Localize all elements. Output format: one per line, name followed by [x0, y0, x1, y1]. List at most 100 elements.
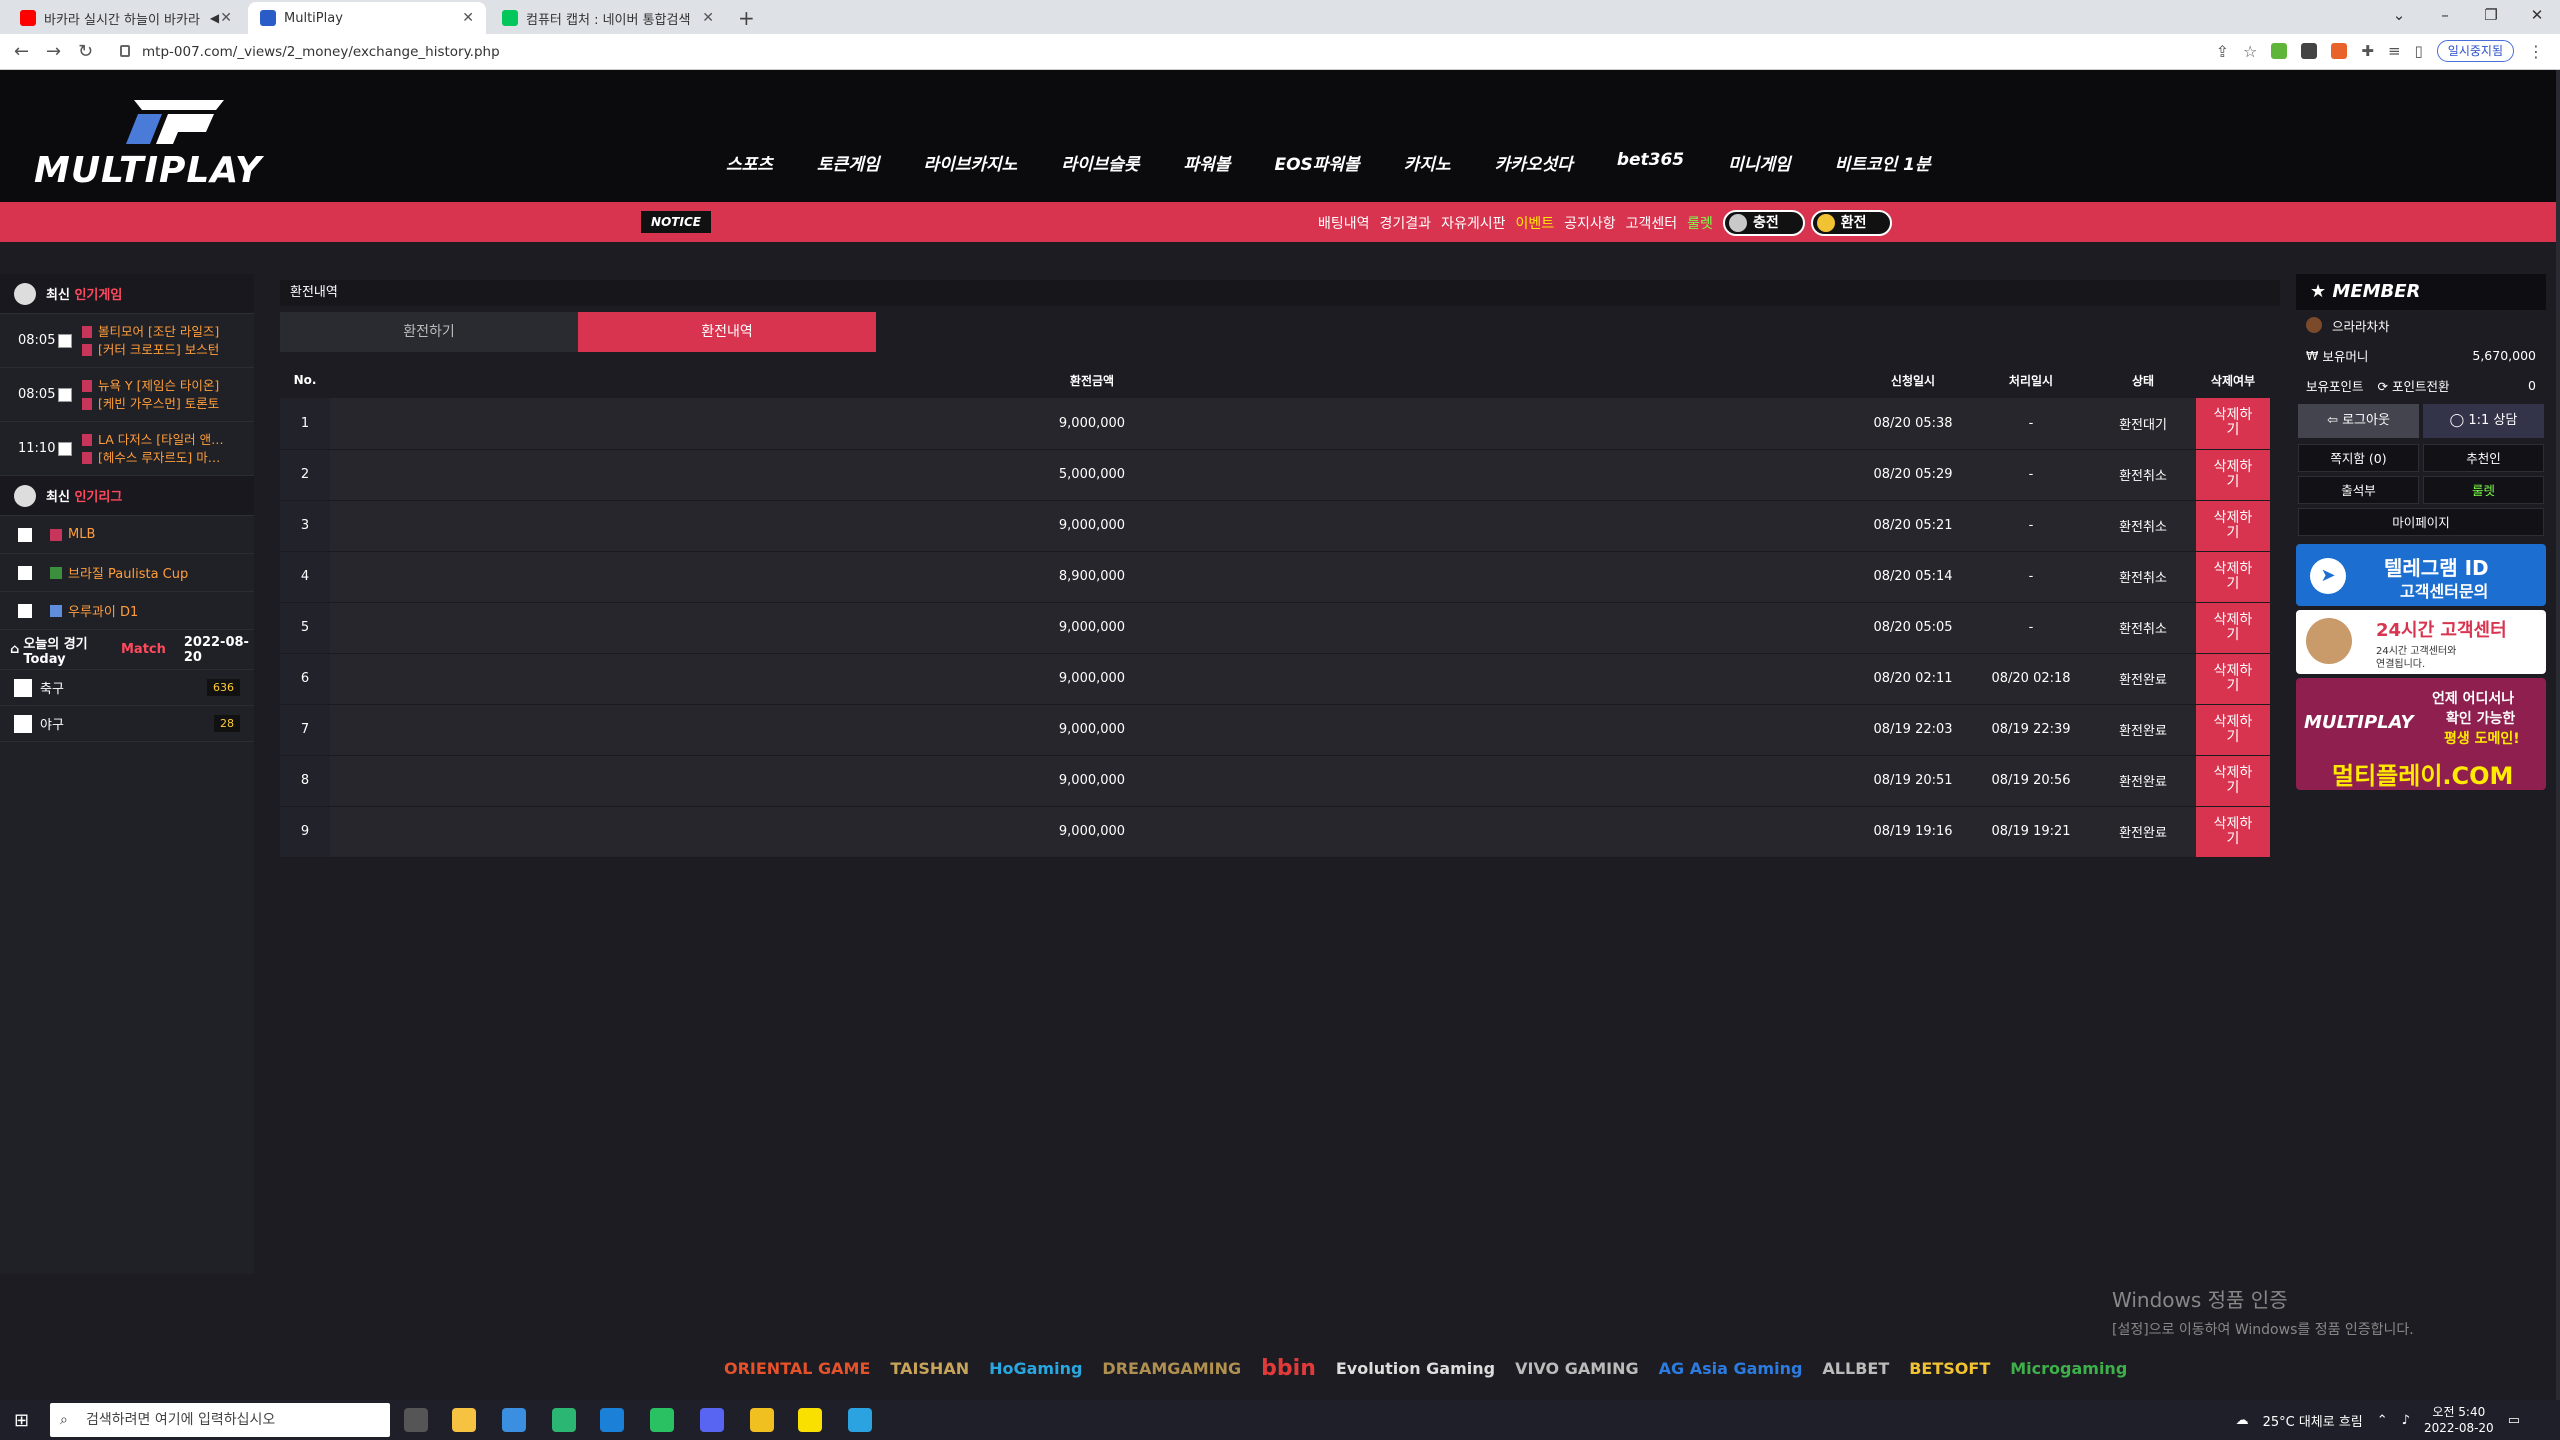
nav-sports[interactable]: 스포츠 [726, 150, 773, 175]
telegram-taskbar-icon[interactable] [848, 1408, 872, 1432]
reload-icon[interactable]: ↻ [78, 41, 93, 62]
extension-icon[interactable] [2271, 43, 2288, 59]
roulette-button[interactable]: 룰렛 [2423, 476, 2544, 504]
league-item[interactable]: 브라질 Paulista Cup [0, 554, 254, 592]
weather-text[interactable]: 25°C 대체로 흐림 [2263, 1411, 2363, 1430]
close-tab-icon[interactable]: ✕ [702, 10, 714, 26]
delete-button[interactable]: 삭제하기 [2196, 500, 2270, 552]
telegram-banner[interactable]: ➤ 텔레그램 ID 고객센터문의 [2296, 544, 2546, 606]
browser-tab-youtube[interactable]: 바카라 실시간 하늘이 바카라 ◀ ✕ [8, 2, 244, 34]
edge-icon[interactable] [600, 1408, 624, 1432]
link-notice[interactable]: 공지사항 [1564, 213, 1616, 233]
windows-start-icon[interactable]: ⊞ [14, 1410, 29, 1431]
link-event[interactable]: 이벤트 [1515, 213, 1554, 233]
nav-mini-game[interactable]: 미니게임 [1728, 150, 1791, 175]
delete-button[interactable]: 삭제하기 [2196, 755, 2270, 807]
delete-button[interactable]: 삭제하기 [2196, 653, 2270, 705]
taskbar-search[interactable]: ⌕ 검색하려면 여기에 입력하십시오 [50, 1403, 390, 1437]
delete-button[interactable]: 삭제하기 [2196, 551, 2270, 603]
game-item[interactable]: 11:10 LA 다저스 [타일러 앤… [헤수스 루자르도] 마… [0, 422, 254, 476]
messenger-icon[interactable] [750, 1408, 774, 1432]
clock[interactable]: 오전 5:40 2022-08-20 [2424, 1404, 2494, 1436]
link-support[interactable]: 고객센터 [1626, 213, 1678, 233]
chrome-icon[interactable] [502, 1408, 526, 1432]
volume-icon[interactable]: ♪ [2402, 1413, 2410, 1428]
play-store-icon[interactable] [552, 1408, 576, 1432]
search-icon: ⌕ [60, 1412, 68, 1428]
nav-token-game[interactable]: 토큰게임 [817, 150, 880, 175]
browser-tab-multiplay[interactable]: MultiPlay ✕ [248, 2, 486, 34]
logout-button[interactable]: ⇦ 로그아웃 [2298, 404, 2419, 438]
close-window-icon[interactable]: ✕ [2514, 0, 2560, 34]
recommender-button[interactable]: 추천인 [2423, 444, 2544, 472]
side-panel-icon[interactable]: ▯ [2415, 42, 2423, 60]
audio-icon[interactable]: ◀ [210, 11, 219, 25]
game-item[interactable]: 08:05 볼티모어 [조단 라일즈] [커터 크로포드] 보스턴 [0, 314, 254, 368]
game-item[interactable]: 08:05 뉴욕 Y [제임슨 타이온] [케빈 가우스먼] 토론토 [0, 368, 254, 422]
nav-powerball[interactable]: 파워볼 [1184, 150, 1231, 175]
bookmark-star-icon[interactable]: ☆ [2243, 42, 2257, 61]
puzzle-icon[interactable]: ✚ [2361, 42, 2374, 60]
nav-live-casino[interactable]: 라이브카지노 [923, 150, 1017, 175]
exchange-button[interactable]: 환전 [1810, 210, 1893, 236]
nav-kakao-seotda[interactable]: 카카오섯다 [1495, 150, 1573, 175]
support-banner[interactable]: 24시간 고객센터 24시간 고객센터와 연결됩니다. [2296, 610, 2546, 674]
domain-banner[interactable]: MULTIPLAY 언제 어디서나 확인 가능한 평생 도메인! 멀티플레이.C… [2296, 678, 2546, 790]
delete-button[interactable]: 삭제하기 [2196, 704, 2270, 756]
close-tab-icon[interactable]: ✕ [220, 10, 232, 26]
tab-search-icon[interactable]: ⌄ [2376, 0, 2422, 34]
header-prefix: 최신 [46, 288, 70, 303]
profile-button[interactable]: 일시중지됨 [2436, 40, 2514, 62]
new-tab-icon[interactable]: + [738, 6, 755, 30]
delete-button[interactable]: 삭제하기 [2196, 398, 2270, 450]
page-scrollbar[interactable] [2556, 70, 2560, 1400]
cell-status: 환전취소 [2090, 449, 2196, 501]
lock-icon[interactable] [120, 45, 130, 57]
sport-item-baseball[interactable]: 야구 28 [0, 706, 254, 742]
nav-eos-powerball[interactable]: EOS파워볼 [1274, 150, 1359, 175]
close-tab-icon[interactable]: ✕ [462, 10, 474, 26]
notification-icon[interactable]: ▭ [2508, 1413, 2520, 1428]
share-icon[interactable]: ⇪ [2216, 42, 2229, 61]
nav-bet365[interactable]: bet365 [1617, 150, 1684, 175]
url-field[interactable]: mtp-007.com/_views/2_money/exchange_hist… [142, 40, 500, 64]
extension-icon[interactable] [2301, 43, 2318, 59]
nav-casino[interactable]: 카지노 [1404, 150, 1451, 175]
consult-button[interactable]: ◯ 1:1 상담 [2423, 404, 2544, 438]
browser-tab-naver[interactable]: 컴퓨터 캡처 : 네이버 통합검색 ✕ [490, 2, 726, 34]
minimize-icon[interactable]: – [2422, 0, 2468, 34]
delete-button[interactable]: 삭제하기 [2196, 806, 2270, 858]
tray-arrow-icon[interactable]: ⌃ [2377, 1413, 2388, 1428]
away-team: [헤수스 루자르도] 마… [98, 449, 221, 465]
restore-icon[interactable]: ❐ [2468, 0, 2514, 34]
delete-button[interactable]: 삭제하기 [2196, 602, 2270, 654]
task-view-icon[interactable] [404, 1408, 428, 1432]
link-results[interactable]: 경기결과 [1380, 213, 1432, 233]
reading-list-icon[interactable]: ≡ [2388, 42, 2401, 60]
discord-icon[interactable] [700, 1408, 724, 1432]
wechat-icon[interactable] [650, 1408, 674, 1432]
kakaotalk-icon[interactable] [798, 1408, 822, 1432]
league-item[interactable]: 우루과이 D1 [0, 592, 254, 630]
nav-bitcoin-1min[interactable]: 비트코인 1분 [1835, 150, 1931, 175]
link-free-board[interactable]: 자유게시판 [1441, 213, 1505, 233]
forward-icon[interactable]: → [46, 41, 61, 62]
extension-icon[interactable] [2331, 43, 2348, 59]
charge-button[interactable]: 충전 [1722, 210, 1805, 236]
site-logo[interactable]: MULTIPLAY [34, 100, 261, 191]
nav-live-slot[interactable]: 라이브슬롯 [1061, 150, 1139, 175]
attendance-button[interactable]: 출석부 [2298, 476, 2419, 504]
league-item[interactable]: MLB [0, 516, 254, 554]
mypage-button[interactable]: 마이페이지 [2298, 508, 2544, 536]
file-explorer-icon[interactable] [452, 1408, 476, 1432]
link-bet-history[interactable]: 배팅내역 [1318, 213, 1370, 233]
notes-button[interactable]: 쪽지함 (0) [2298, 444, 2419, 472]
link-roulette[interactable]: 룰렛 [1687, 213, 1713, 233]
menu-icon[interactable]: ⋮ [2528, 42, 2544, 61]
tab-history[interactable]: 환전내역 [578, 312, 876, 352]
tab-exchange[interactable]: 환전하기 [280, 312, 578, 352]
back-icon[interactable]: ← [14, 41, 29, 62]
delete-button[interactable]: 삭제하기 [2196, 449, 2270, 501]
point-convert-button[interactable]: ⟳ 포인트전환 [2378, 376, 2450, 395]
sport-item-soccer[interactable]: 축구 636 [0, 670, 254, 706]
